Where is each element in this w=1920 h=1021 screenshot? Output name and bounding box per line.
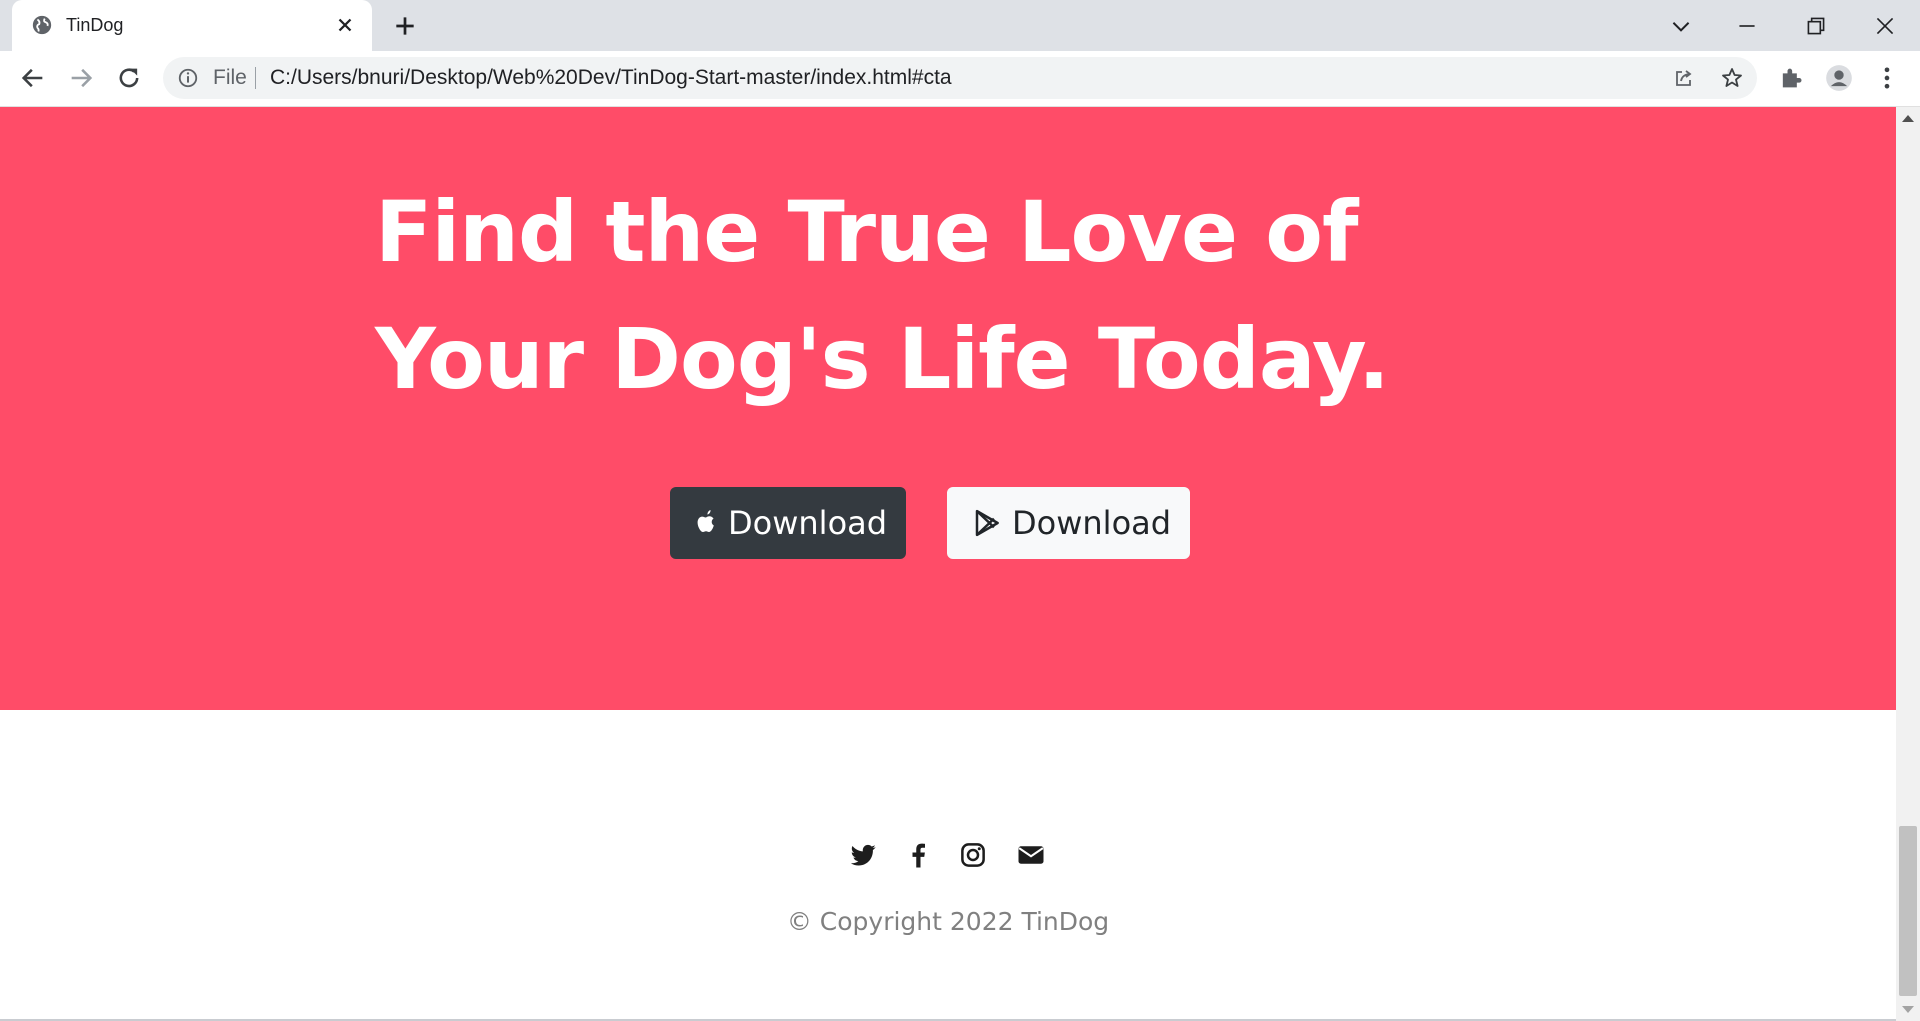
browser-tab[interactable]: TinDog [12, 0, 372, 51]
tab-title: TinDog [66, 15, 124, 35]
extensions-icon[interactable] [1777, 64, 1805, 92]
facebook-icon[interactable] [903, 840, 933, 870]
twitter-icon[interactable] [848, 840, 878, 870]
apple-download-button[interactable]: Download [670, 487, 906, 559]
scrollbar-thumb[interactable] [1899, 826, 1917, 996]
new-tab-icon[interactable] [392, 13, 418, 39]
bookmark-star-icon[interactable] [1720, 66, 1744, 90]
scheme-label: File [213, 66, 247, 89]
restore-icon[interactable] [1803, 13, 1829, 39]
google-play-icon [975, 509, 999, 537]
tab-strip: TinDog [0, 0, 1920, 51]
back-arrow-icon[interactable] [19, 64, 47, 92]
share-icon[interactable] [1672, 66, 1696, 90]
copyright-text: © Copyright 2022 TinDog [786, 907, 1110, 936]
minimize-icon[interactable] [1734, 13, 1760, 39]
close-window-icon[interactable] [1872, 13, 1898, 39]
apple-download-label: Download [728, 504, 888, 542]
instagram-icon[interactable] [958, 840, 988, 870]
tab-close-icon[interactable] [334, 14, 356, 36]
profile-avatar-icon[interactable] [1825, 64, 1853, 92]
browser-menu-icon[interactable] [1873, 64, 1901, 92]
forward-arrow-icon[interactable] [67, 64, 95, 92]
url-text[interactable]: C:/Users/bnuri/Desktop/Web%20Dev/TinDog-… [270, 57, 952, 99]
google-play-download-label: Download [1012, 504, 1172, 542]
globe-icon [32, 15, 52, 35]
tab-search-icon[interactable] [1668, 13, 1694, 39]
browser-toolbar: File C:/Users/bnuri/Desktop/Web%20Dev/Ti… [0, 51, 1920, 107]
address-bar[interactable]: File C:/Users/bnuri/Desktop/Web%20Dev/Ti… [163, 57, 1757, 99]
scroll-down-arrow-icon[interactable] [1902, 1006, 1914, 1013]
cta-section: Find the True Love of Your Dog's Life To… [0, 107, 1896, 710]
reload-icon[interactable] [115, 64, 143, 92]
address-separator [255, 67, 256, 89]
envelope-icon[interactable] [1016, 840, 1046, 870]
scroll-up-arrow-icon[interactable] [1902, 115, 1914, 122]
cta-heading: Find the True Love of Your Dog's Life To… [375, 183, 1390, 408]
info-icon[interactable] [177, 67, 199, 89]
page-viewport: Find the True Love of Your Dog's Life To… [0, 107, 1896, 1021]
page-scrollbar[interactable] [1896, 107, 1920, 1021]
google-play-download-button[interactable]: Download [947, 487, 1190, 559]
apple-icon [697, 510, 714, 533]
